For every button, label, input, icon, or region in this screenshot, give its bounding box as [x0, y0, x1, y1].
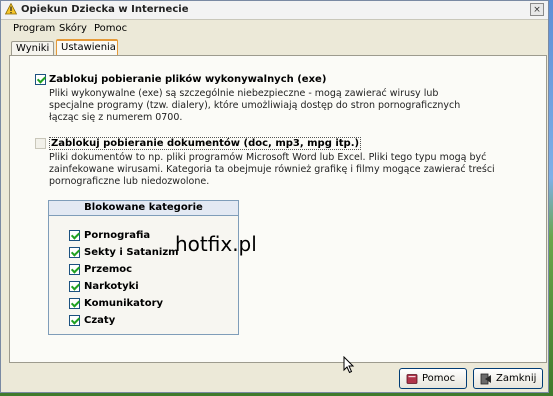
- desc-line: specjalne programy (tzw. dialery), które…: [49, 100, 461, 111]
- category-label: Przemoc: [84, 264, 133, 275]
- warning-triangle-icon: [5, 3, 17, 15]
- category-label: Komunikatory: [84, 298, 164, 309]
- menu-pomoc[interactable]: Pomoc: [94, 23, 127, 34]
- mouse-cursor-icon: [343, 356, 355, 374]
- tab-ustawienia[interactable]: Ustawienia: [56, 39, 118, 55]
- settings-panel: Zablokuj pobieranie plików wykonywalnych…: [9, 55, 547, 374]
- window-title: Opiekun Dziecka w Internecie: [21, 4, 189, 15]
- desc-line: zainfekowane wirusami. Kategoria ta obej…: [49, 164, 495, 175]
- category-checkbox[interactable]: [69, 315, 80, 326]
- exit-door-icon: [480, 373, 491, 385]
- help-button-label: Pomoc: [422, 373, 456, 384]
- category-label: Czaty: [84, 315, 116, 326]
- category-label: Pornografia: [84, 230, 151, 241]
- desc-line: pornograficzne lub niedozwolone.: [49, 176, 210, 187]
- block-exe-label[interactable]: Zablokuj pobieranie plików wykonywalnych…: [49, 74, 326, 85]
- blocked-categories-header: Blokowane kategorie: [49, 201, 238, 216]
- help-button[interactable]: Pomoc: [399, 368, 467, 389]
- category-checkbox[interactable]: [69, 281, 80, 292]
- block-exe-checkbox[interactable]: [35, 74, 46, 85]
- menu-program[interactable]: Program: [13, 23, 55, 34]
- menu-skory[interactable]: Skóry: [59, 23, 87, 34]
- menu-bar: Program Skóry Pomoc: [1, 20, 548, 37]
- title-bar[interactable]: Opiekun Dziecka w Internecie ×: [1, 1, 548, 20]
- desc-line: Pliki dokumentów to np. pliki programów …: [49, 152, 487, 163]
- tab-wyniki[interactable]: Wyniki: [11, 41, 54, 55]
- app-window: Opiekun Dziecka w Internecie × Program S…: [0, 0, 549, 393]
- watermark-text: hotfix.pl: [175, 232, 257, 256]
- category-checkbox[interactable]: [69, 247, 80, 258]
- desc-line: Pliki wykonywalne (exe) są szczególnie n…: [49, 88, 439, 99]
- category-checkbox[interactable]: [69, 298, 80, 309]
- close-button[interactable]: Zamknij: [473, 368, 543, 389]
- block-docs-description: Pliki dokumentów to np. pliki programów …: [49, 152, 495, 188]
- category-checkbox[interactable]: [69, 230, 80, 241]
- block-docs-checkbox[interactable]: [35, 138, 46, 149]
- close-window-button[interactable]: ×: [530, 3, 544, 16]
- category-label: Sekty i Satanizm: [84, 247, 179, 258]
- block-exe-description: Pliki wykonywalne (exe) są szczególnie n…: [49, 88, 460, 124]
- book-icon: [406, 374, 418, 384]
- blocked-categories-group: Blokowane kategorie Pornografia Sekty i …: [48, 200, 239, 335]
- block-docs-label[interactable]: Zablokuj pobieranie dokumentów (doc, mp3…: [49, 137, 362, 150]
- category-label: Narkotyki: [84, 281, 139, 292]
- desc-line: łącząc się z numerem 0700.: [49, 112, 183, 123]
- block-docs-label-text: Zablokuj pobieranie dokumentów (doc, mp3…: [49, 137, 362, 150]
- close-button-label: Zamknij: [496, 373, 537, 384]
- category-checkbox[interactable]: [69, 264, 80, 275]
